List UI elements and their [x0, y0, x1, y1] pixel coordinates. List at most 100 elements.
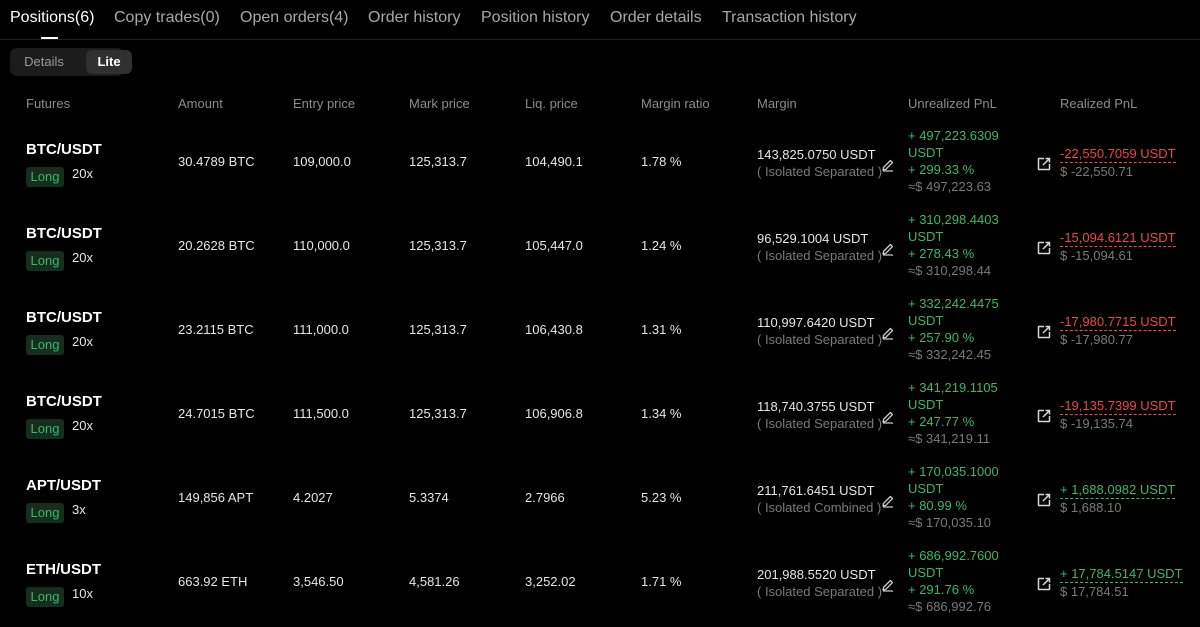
unrealized-pnl-percent: + 299.33 % — [908, 162, 975, 177]
margin-mode: ( Isolated Separated ) — [757, 248, 883, 263]
margin-ratio-value: 1.34 % — [641, 406, 682, 421]
realized-pnl-value[interactable]: + 17,784.5147 USDT — [1060, 566, 1183, 583]
share-icon[interactable] — [1036, 576, 1052, 592]
leverage-value[interactable]: 20x — [72, 250, 93, 265]
share-icon[interactable] — [1036, 324, 1052, 340]
liq-price-value: 106,430.8 — [525, 322, 583, 337]
margin-ratio-value: 1.31 % — [641, 322, 682, 337]
entry-price-value: 111,000.0 — [293, 322, 349, 337]
active-tab-indicator — [41, 37, 58, 39]
table-row: APT/USDT Long 3x 149,856 APT 4.2027 5.3374 2.7… — [0, 464, 1200, 548]
leverage-value[interactable]: 10x — [72, 586, 93, 601]
margin-mode: ( Isolated Separated ) — [757, 164, 883, 179]
position-side-badge: Long — [26, 335, 64, 355]
unrealized-pnl-value: + 310,298.4403 — [908, 212, 999, 227]
tab-order-history[interactable]: Order history — [368, 9, 460, 27]
leverage-value[interactable]: 20x — [72, 334, 93, 349]
leverage-value[interactable]: 20x — [72, 418, 93, 433]
margin-ratio-value: 5.23 % — [641, 490, 682, 505]
pencil-icon[interactable] — [881, 242, 895, 256]
table-row: BTC/USDT Long 20x 30.4789 BTC 109,000.0 125,3… — [0, 128, 1200, 212]
unrealized-pnl-usd: ≈$ 686,992.76 — [908, 599, 992, 614]
realized-pnl-value[interactable]: -15,094.6121 USDT — [1060, 230, 1176, 247]
entry-price-value: 3,546.50 — [293, 574, 344, 589]
unrealized-pnl-unit: USDT — [908, 481, 944, 496]
position-amount: 30.4789 BTC — [178, 154, 255, 169]
margin-value: 201,988.5520 USDT — [757, 567, 876, 582]
margin-value: 143,825.0750 USDT — [757, 147, 876, 162]
position-symbol[interactable]: APT/USDT — [26, 477, 101, 494]
share-icon[interactable] — [1036, 408, 1052, 424]
realized-pnl-usd: $ -19,135.74 — [1060, 416, 1134, 431]
entry-price-value: 109,000.0 — [293, 154, 351, 169]
position-symbol[interactable]: BTC/USDT — [26, 309, 102, 326]
realized-pnl-usd: $ 17,784.51 — [1060, 584, 1129, 599]
position-symbol[interactable]: ETH/USDT — [26, 561, 101, 578]
realized-pnl-value[interactable]: -22,550.7059 USDT — [1060, 146, 1176, 163]
position-symbol[interactable]: BTC/USDT — [26, 393, 102, 410]
mark-price-value: 125,313.7 — [409, 406, 467, 421]
tab-open-orders[interactable]: Open orders(4) — [240, 9, 349, 27]
table-row: BTC/USDT Long 20x 24.7015 BTC 111,500.0 125,3… — [0, 380, 1200, 464]
pencil-icon[interactable] — [881, 494, 895, 508]
column-header-liq-price: Liq. price — [525, 96, 578, 111]
unrealized-pnl-value: + 497,223.6309 — [908, 128, 999, 143]
unrealized-pnl-percent: + 80.99 % — [908, 498, 967, 513]
mark-price-value: 125,313.7 — [409, 154, 467, 169]
liq-price-value: 104,490.1 — [525, 154, 583, 169]
position-amount: 663.92 ETH — [178, 574, 248, 589]
tab-position-history[interactable]: Position history — [481, 9, 590, 27]
column-header-futures: Futures — [26, 96, 71, 111]
realized-pnl-usd: $ -17,980.77 — [1060, 332, 1134, 347]
unrealized-pnl-unit: USDT — [908, 313, 944, 328]
margin-value: 118,740.3755 USDT — [757, 399, 875, 414]
position-symbol[interactable]: BTC/USDT — [26, 225, 102, 242]
position-amount: 20.2628 BTC — [178, 238, 255, 253]
share-icon[interactable] — [1036, 156, 1052, 172]
liq-price-value: 106,906.8 — [525, 406, 583, 421]
tab-positions[interactable]: Positions(6) — [10, 9, 94, 27]
tab-copy-trades[interactable]: Copy trades(0) — [114, 9, 220, 27]
pencil-icon[interactable] — [881, 326, 895, 340]
realized-pnl-value[interactable]: + 1,688.0982 USDT — [1060, 482, 1176, 499]
unrealized-pnl-value: + 332,242.4475 — [908, 296, 999, 311]
mark-price-value: 4,581.26 — [409, 574, 460, 589]
unrealized-pnl-percent: + 257.90 % — [908, 330, 975, 345]
position-side-badge: Long — [26, 503, 64, 523]
table-row: ETH/USDT Long 10x 663.92 ETH 3,546.50 4,581.2… — [0, 548, 1200, 627]
column-header-unrealized-pnl: Unrealized PnL — [908, 96, 997, 111]
realized-pnl-value[interactable]: -19,135.7399 USDT — [1060, 398, 1176, 415]
realized-pnl-value[interactable]: -17,980.7715 USDT — [1060, 314, 1176, 331]
entry-price-value: 4.2027 — [293, 490, 333, 505]
realized-pnl-usd: $ -22,550.71 — [1060, 164, 1134, 179]
margin-mode: ( Isolated Separated ) — [757, 416, 883, 431]
position-symbol[interactable]: BTC/USDT — [26, 141, 102, 158]
pencil-icon[interactable] — [881, 410, 895, 424]
leverage-value[interactable]: 3x — [72, 502, 86, 517]
column-header-amount: Amount — [178, 96, 223, 111]
pencil-icon[interactable] — [881, 158, 895, 172]
margin-ratio-value: 1.71 % — [641, 574, 682, 589]
unrealized-pnl-value: + 341,219.1105 — [908, 380, 998, 395]
unrealized-pnl-usd: ≈$ 170,035.10 — [908, 515, 992, 530]
details-view-button[interactable]: Details — [12, 50, 76, 74]
unrealized-pnl-value: + 686,992.7600 — [908, 548, 999, 563]
margin-mode: ( Isolated Separated ) — [757, 332, 883, 347]
table-row: BTC/USDT Long 20x 23.2115 BTC 111,000.0 125,3… — [0, 296, 1200, 380]
share-icon[interactable] — [1036, 240, 1052, 256]
share-icon[interactable] — [1036, 492, 1052, 508]
tab-transaction-history[interactable]: Transaction history — [722, 9, 857, 27]
margin-value: 211,761.6451 USDT — [757, 483, 875, 498]
mark-price-value: 5.3374 — [409, 490, 449, 505]
tab-order-details[interactable]: Order details — [610, 9, 702, 27]
entry-price-value: 111,500.0 — [293, 406, 349, 421]
leverage-value[interactable]: 20x — [72, 166, 93, 181]
pencil-icon[interactable] — [881, 578, 895, 592]
position-side-badge: Long — [26, 587, 64, 607]
margin-value: 110,997.6420 USDT — [757, 315, 875, 330]
lite-view-button[interactable]: Lite — [86, 50, 132, 74]
column-header-margin-ratio: Margin ratio — [641, 96, 710, 111]
unrealized-pnl-usd: ≈$ 332,242.45 — [908, 347, 992, 362]
unrealized-pnl-usd: ≈$ 497,223.63 — [908, 179, 992, 194]
table-row: BTC/USDT Long 20x 20.2628 BTC 110,000.0 125,3… — [0, 212, 1200, 296]
